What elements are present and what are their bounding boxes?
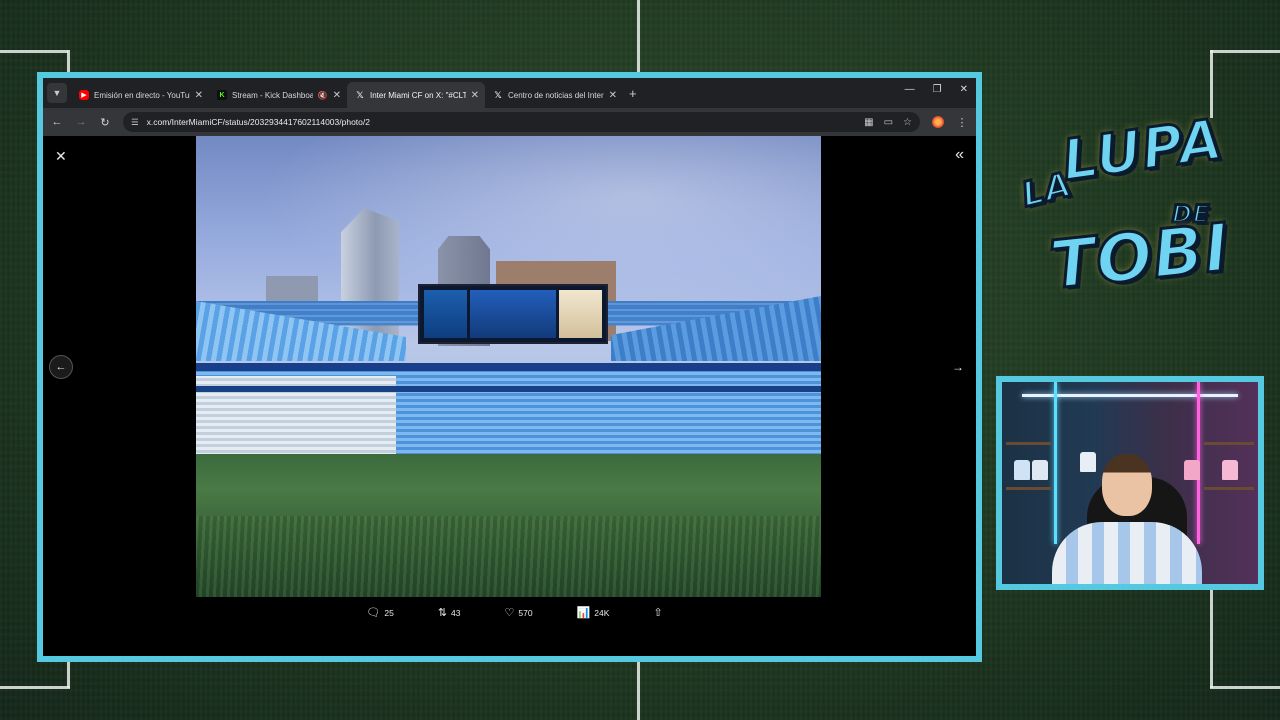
tab-title: Centro de noticias del Inter Mi: [508, 90, 604, 100]
back-icon[interactable]: ←: [51, 116, 63, 128]
tab-strip: ▼ ▶ Emisión en directo - YouTube S ✕ K S…: [43, 78, 976, 108]
browser-window: ▼ ▶ Emisión en directo - YouTube S ✕ K S…: [43, 78, 976, 656]
like-button[interactable]: ♡ 570: [505, 606, 533, 619]
pitch-line-center-bottom: [637, 662, 640, 720]
like-count: 570: [518, 607, 533, 618]
translate-icon[interactable]: ▦: [864, 117, 873, 128]
stadium-photo[interactable]: [196, 136, 821, 597]
streamer-head: [1102, 454, 1152, 516]
url-text[interactable]: x.com/InterMiamiCF/status/20329344176021…: [147, 117, 370, 127]
tab-kick[interactable]: K Stream - Kick Dashboard 🔇 ✕: [209, 82, 347, 108]
pitch-line-right-box-bv: [1210, 590, 1213, 688]
omnibox-icons: ▦ ▭ ☆: [864, 117, 912, 128]
pitch-line-right-box-b: [1210, 686, 1280, 689]
neon-light: [1054, 382, 1057, 544]
window-controls: — ❐ ✕: [905, 84, 968, 95]
share-button[interactable]: ⇧: [653, 606, 662, 619]
bar-chart-icon: 📊: [576, 607, 591, 619]
logo-word: TOBI: [1045, 207, 1235, 305]
webcam-frame: [996, 376, 1264, 590]
minimize-icon[interactable]: —: [905, 84, 915, 95]
tab-youtube[interactable]: ▶ Emisión en directo - YouTube S ✕: [71, 82, 209, 108]
new-tab-button[interactable]: +: [629, 86, 637, 101]
tab-search-button[interactable]: ▼: [47, 83, 67, 103]
repost-button[interactable]: ⇅ 43: [438, 606, 461, 619]
reply-button[interactable]: 🗨 25: [366, 606, 393, 619]
heart-icon: ♡: [504, 607, 515, 619]
repost-icon: ⇅: [437, 607, 448, 619]
grass-foreground: [196, 516, 821, 597]
close-viewer-icon[interactable]: ✕: [55, 148, 67, 165]
tab-title: Emisión en directo - YouTube S: [94, 90, 190, 100]
shelf: [1204, 487, 1254, 490]
jersey: [1014, 460, 1030, 480]
jersey: [1032, 460, 1048, 480]
browser-toolbar: ← → ↻ ☰ x.com/InterMiamiCF/status/203293…: [43, 108, 976, 136]
scoreboard-panel: [559, 290, 602, 338]
view-count: 24K: [594, 607, 610, 618]
pitch-line-right-box: [1210, 50, 1280, 53]
webcam-feed: [1002, 382, 1258, 584]
close-icon[interactable]: ✕: [333, 90, 341, 101]
reload-icon[interactable]: ↻: [99, 116, 111, 129]
tab-title: Stream - Kick Dashboard: [232, 90, 313, 100]
la-lupa-de-tobi-logo: LA LUPA DE TOBI: [1016, 106, 1247, 328]
views-button[interactable]: 📊 24K: [577, 606, 610, 619]
close-icon[interactable]: ✕: [195, 90, 203, 101]
collapse-sidebar-icon[interactable]: «: [955, 146, 964, 164]
menu-dots-icon[interactable]: ⋮: [956, 116, 968, 129]
repost-count: 43: [451, 607, 461, 618]
shelf: [1006, 487, 1051, 490]
kick-icon: K: [217, 90, 227, 100]
photo-viewer: ✕ « ← → 🗨 25 ⇅ 43 ♡ 570 📊 24K ⇧: [43, 136, 976, 656]
ribbon-board: [196, 386, 821, 392]
cast-icon[interactable]: ▭: [884, 117, 893, 128]
streamer: [1052, 522, 1202, 584]
scoreboard: [418, 284, 608, 344]
browser-frame: ▼ ▶ Emisión en directo - YouTube S ✕ K S…: [37, 72, 982, 662]
jersey: [1222, 460, 1238, 480]
site-info-icon[interactable]: ☰: [131, 117, 139, 128]
previous-photo-button[interactable]: ←: [49, 355, 73, 379]
pitch-line-left-box-b: [0, 686, 70, 689]
ribbon-board: [196, 363, 821, 371]
muted-speaker-icon[interactable]: 🔇: [318, 91, 328, 100]
shelf: [1204, 442, 1254, 445]
reply-count: 25: [384, 607, 394, 618]
share-icon: ⇧: [653, 607, 663, 619]
tab-title: Inter Miami CF on X: "#CLTvMI": [370, 90, 466, 100]
x-icon: 𝕏: [494, 89, 502, 100]
pitch-line-center: [637, 0, 640, 72]
pitch-line-left-box: [0, 50, 68, 53]
x-icon: 𝕏: [356, 89, 364, 100]
pitch-line-left-box-bv: [67, 662, 70, 688]
close-icon[interactable]: ✕: [609, 90, 617, 101]
logo-word: LUPA: [1057, 106, 1229, 196]
scoreboard-panel: [470, 290, 556, 338]
close-icon[interactable]: ✕: [471, 90, 479, 101]
jersey: [1184, 460, 1200, 480]
forward-icon[interactable]: →: [75, 116, 87, 128]
next-photo-button[interactable]: →: [952, 360, 964, 374]
profile-avatar[interactable]: [932, 116, 944, 128]
tab-inter-miami-post[interactable]: 𝕏 Inter Miami CF on X: "#CLTvMI" ✕: [347, 82, 485, 108]
restore-icon[interactable]: ❐: [933, 84, 942, 95]
youtube-icon: ▶: [79, 90, 89, 100]
jersey: [1080, 452, 1096, 472]
tab-news-center[interactable]: 𝕏 Centro de noticias del Inter Mi ✕: [485, 82, 623, 108]
bookmark-star-icon[interactable]: ☆: [903, 117, 912, 128]
scoreboard-panel: [424, 290, 467, 338]
comment-icon: 🗨: [366, 607, 381, 619]
close-window-icon[interactable]: ✕: [960, 84, 968, 95]
post-actions: 🗨 25 ⇅ 43 ♡ 570 📊 24K ⇧: [43, 606, 976, 619]
address-bar[interactable]: ☰ x.com/InterMiamiCF/status/203293441760…: [123, 112, 920, 132]
shelf: [1006, 442, 1051, 445]
pitch-line-left-box-v: [67, 50, 70, 72]
